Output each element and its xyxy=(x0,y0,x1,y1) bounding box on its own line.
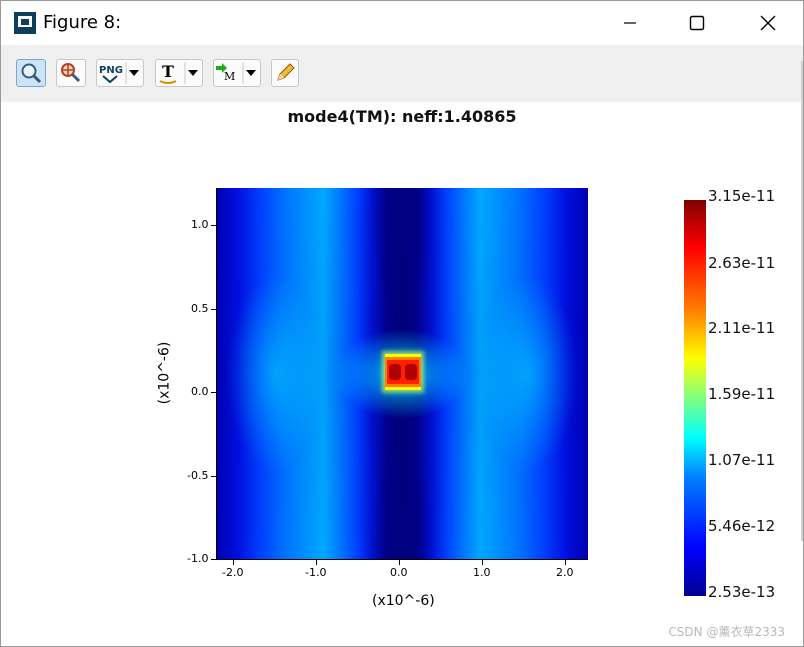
colorbar-label: 2.11e-11 xyxy=(708,319,776,337)
x-tick xyxy=(399,560,400,565)
y-tick xyxy=(211,225,216,226)
x-tick xyxy=(565,560,566,565)
x-axis-line xyxy=(216,559,588,560)
text-icon: T xyxy=(159,62,198,84)
svg-text:PNG: PNG xyxy=(99,65,123,76)
y-tick-label: -0.5 xyxy=(187,469,209,482)
x-tick-label: -2.0 xyxy=(222,566,244,579)
x-tick-label: -1.0 xyxy=(305,566,327,579)
y-tick xyxy=(211,559,216,560)
marker-icon: M xyxy=(216,62,256,84)
watermark: CSDN @薰衣草2333 xyxy=(668,625,785,639)
heatmap-plot[interactable] xyxy=(216,188,588,560)
x-tick xyxy=(482,560,483,565)
marker-button[interactable]: M xyxy=(213,59,261,87)
colorbar-label: 5.46e-12 xyxy=(708,517,776,535)
x-tick-label: 1.0 xyxy=(473,566,491,579)
svg-text:M: M xyxy=(224,70,235,83)
colorbar-label: 2.53e-13 xyxy=(708,583,776,601)
close-button[interactable] xyxy=(745,1,791,45)
maximize-button[interactable] xyxy=(674,1,720,45)
x-tick-label: 2.0 xyxy=(556,566,574,579)
scrollbar[interactable] xyxy=(801,61,803,541)
colorbar-label: 1.59e-11 xyxy=(708,385,776,403)
magnifier-cross-icon xyxy=(61,63,81,83)
y-tick xyxy=(211,309,216,310)
app-icon xyxy=(14,12,36,34)
y-axis-label: (x10^-6) xyxy=(156,341,173,405)
y-tick-label: -1.0 xyxy=(187,552,209,565)
pencil-icon xyxy=(277,63,295,81)
colorbar-label: 2.63e-11 xyxy=(708,254,776,272)
y-tick xyxy=(211,476,216,477)
colorbar-label: 3.15e-11 xyxy=(708,187,776,205)
y-tick-label: 0.5 xyxy=(191,302,209,315)
png-export-icon: PNG xyxy=(99,62,139,84)
y-axis-line xyxy=(216,188,217,560)
y-tick-label: 0.0 xyxy=(191,385,209,398)
x-tick xyxy=(316,560,317,565)
y-tick xyxy=(211,392,216,393)
svg-text:T: T xyxy=(162,62,174,81)
maximize-icon xyxy=(689,15,705,31)
colorbar xyxy=(684,200,706,596)
title-bar[interactable]: Figure 8: xyxy=(1,1,803,45)
minimize-button[interactable] xyxy=(607,1,653,45)
x-tick xyxy=(233,560,234,565)
figure-window: Figure 8: PNG T M mode4(TM): neff:1.4086… xyxy=(0,0,804,647)
close-icon xyxy=(760,15,776,31)
pencil-button[interactable] xyxy=(271,59,299,87)
x-axis-label: (x10^-6) xyxy=(372,593,435,609)
y-tick-label: 1.0 xyxy=(191,218,209,231)
magnifier-icon xyxy=(21,63,42,84)
x-tick-label: 0.0 xyxy=(390,566,408,579)
pan-zoom-button[interactable] xyxy=(56,59,86,87)
colorbar-label: 1.07e-11 xyxy=(708,451,776,469)
toolbar: PNG T M xyxy=(1,45,803,102)
plot-title: mode4(TM): neff:1.40865 xyxy=(287,107,517,126)
zoom-button[interactable] xyxy=(16,59,46,87)
png-export-button[interactable]: PNG xyxy=(96,59,144,87)
minimize-icon xyxy=(624,22,636,24)
text-button[interactable]: T xyxy=(155,59,203,87)
window-title: Figure 8: xyxy=(43,12,122,33)
